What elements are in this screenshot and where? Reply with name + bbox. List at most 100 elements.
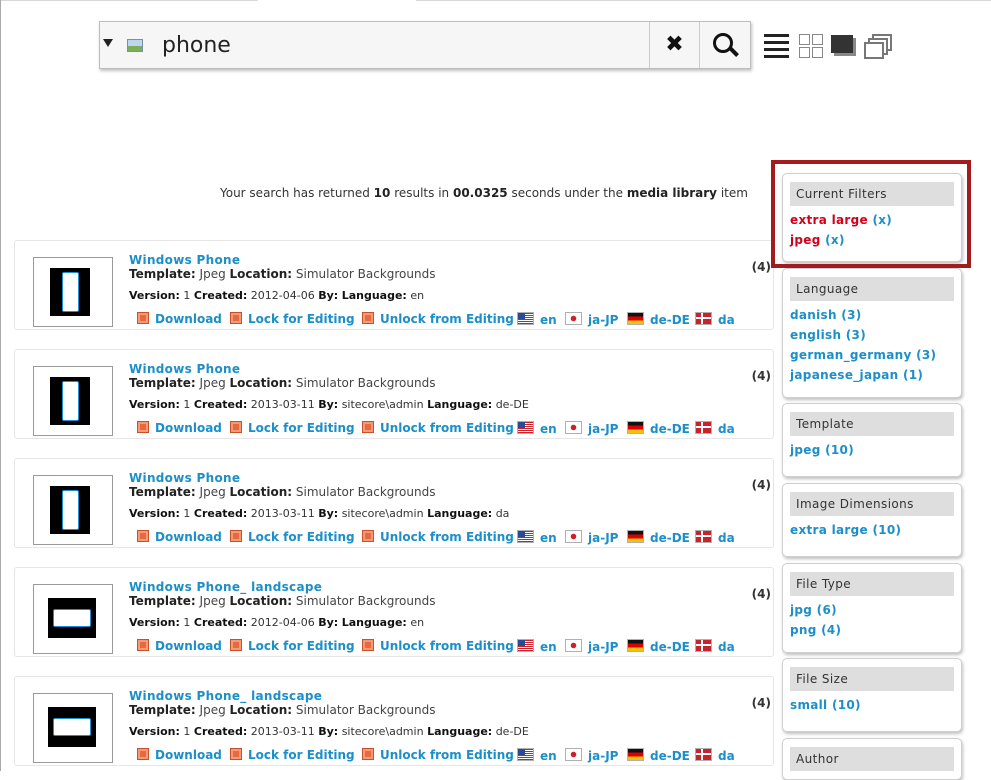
search-button[interactable] [699,22,751,68]
japan-flag-icon [565,639,582,652]
facet-item-png[interactable]: png (4) [790,620,961,640]
germany-flag-icon [627,530,644,543]
language-de-link[interactable]: de-DE [627,421,690,436]
lock-link[interactable]: Lock for Editing [230,639,355,653]
result-title-link[interactable]: Windows Phone [129,471,240,485]
language-ja-link[interactable]: ja-JP [565,421,618,436]
lock-link[interactable]: Lock for Editing [230,312,355,326]
facet-item-jpg[interactable]: jpg (6) [790,600,961,620]
result-count: (4) [751,369,771,383]
unlock-link[interactable]: Unlock from Editing [362,530,514,544]
search-type-dropdown-icon[interactable] [103,39,113,47]
unlock-icon [362,530,374,542]
result-title-link[interactable]: Windows Phone [129,253,240,267]
current-filters-highlight [771,160,971,268]
result-thumbnail[interactable] [33,475,113,545]
facet-item-japanese[interactable]: japanese_japan (1) [790,365,961,385]
download-icon [137,312,149,324]
facet-item-danish[interactable]: danish (3) [790,305,961,325]
result-title-link[interactable]: Windows Phone [129,362,240,376]
language-en-link[interactable]: en [517,530,557,545]
result-version-info: Version: 1 Created: 2013-03-11 By: sitec… [129,398,529,411]
language-de-link[interactable]: de-DE [627,530,690,545]
japan-flag-icon [565,530,582,543]
unlock-icon [362,639,374,651]
language-da-link[interactable]: da [695,639,735,654]
facet-file-size: File Size small (10) [782,658,962,732]
language-ja-link[interactable]: ja-JP [565,530,618,545]
language-da-link[interactable]: da [695,748,735,763]
language-da-link[interactable]: da [695,530,735,545]
result-item: Windows Phone Template: Jpeg Location: Si… [14,458,774,548]
search-icon-handle [729,47,739,57]
unlock-link[interactable]: Unlock from Editing [362,748,514,762]
facet-title: File Size [790,667,954,691]
lock-icon [230,421,242,433]
facet-title: Author [790,747,954,771]
result-title-link[interactable]: Windows Phone_ landscape [129,580,322,594]
download-link[interactable]: Download [137,748,222,762]
language-en-link[interactable]: en [517,312,557,327]
download-link[interactable]: Download [137,639,222,653]
result-thumbnail[interactable] [33,693,113,763]
result-item: Windows Phone Template: Jpeg Location: Si… [14,349,774,439]
result-thumbnail[interactable] [33,257,113,327]
language-da-link[interactable]: da [695,421,735,436]
language-ja-link[interactable]: ja-JP [565,312,618,327]
lock-icon [230,312,242,324]
language-da-link[interactable]: da [695,312,735,327]
language-en-link[interactable]: en [517,421,557,436]
language-ja-link[interactable]: ja-JP [565,639,618,654]
grid-view-icon[interactable] [799,34,823,58]
unlock-link[interactable]: Unlock from Editing [362,639,514,653]
lock-icon [230,530,242,542]
lock-link[interactable]: Lock for Editing [230,748,355,762]
japan-flag-icon [565,312,582,325]
us-flag-icon [517,530,534,543]
list-view-icon[interactable] [764,34,789,60]
denmark-flag-icon [695,639,712,652]
result-item: Windows Phone Template: Jpeg Location: Si… [14,240,774,330]
language-de-link[interactable]: de-DE [627,639,690,654]
result-version-info: Version: 1 Created: 2013-03-11 By: sitec… [129,725,529,738]
facet-item-jpeg[interactable]: jpeg (10) [790,440,961,460]
germany-flag-icon [627,639,644,652]
unlock-link[interactable]: Unlock from Editing [362,421,514,435]
lock-link[interactable]: Lock for Editing [230,421,355,435]
download-link[interactable]: Download [137,530,222,544]
us-flag-icon [517,421,534,434]
result-item: Windows Phone_ landscape Template: Jpeg L… [14,676,774,766]
result-count: (4) [751,478,771,492]
result-meta: Template: Jpeg Location: Simulator Backg… [129,267,436,281]
language-en-link[interactable]: en [517,748,557,763]
facet-item-small[interactable]: small (10) [790,695,961,715]
result-thumbnail[interactable] [33,584,113,654]
facet-title: File Type [790,572,954,596]
lock-link[interactable]: Lock for Editing [230,530,355,544]
us-flag-icon [517,312,534,325]
denmark-flag-icon [695,748,712,761]
search-bar: ✖ [99,21,751,69]
clear-search-button[interactable]: ✖ [649,22,699,68]
language-en-link[interactable]: en [517,639,557,654]
result-meta: Template: Jpeg Location: Simulator Backg… [129,703,436,717]
unlock-link[interactable]: Unlock from Editing [362,312,514,326]
result-count: (4) [751,587,771,601]
result-thumbnail[interactable] [33,366,113,436]
language-de-link[interactable]: de-DE [627,748,690,763]
download-link[interactable]: Download [137,421,222,435]
search-input[interactable] [162,31,632,59]
facet-item-german[interactable]: german_germany (3) [790,345,961,365]
result-meta: Template: Jpeg Location: Simulator Backg… [129,485,436,499]
language-ja-link[interactable]: ja-JP [565,748,618,763]
download-link[interactable]: Download [137,312,222,326]
unlock-icon [362,748,374,760]
facet-item-english[interactable]: english (3) [790,325,961,345]
image-icon [127,39,143,52]
language-de-link[interactable]: de-DE [627,312,690,327]
detail-view-icon[interactable] [831,35,853,53]
gallery-view-icon[interactable] [864,34,892,59]
result-title-link[interactable]: Windows Phone_ landscape [129,689,322,703]
us-flag-icon [517,748,534,761]
facet-item-extra-large[interactable]: extra large (10) [790,520,961,540]
